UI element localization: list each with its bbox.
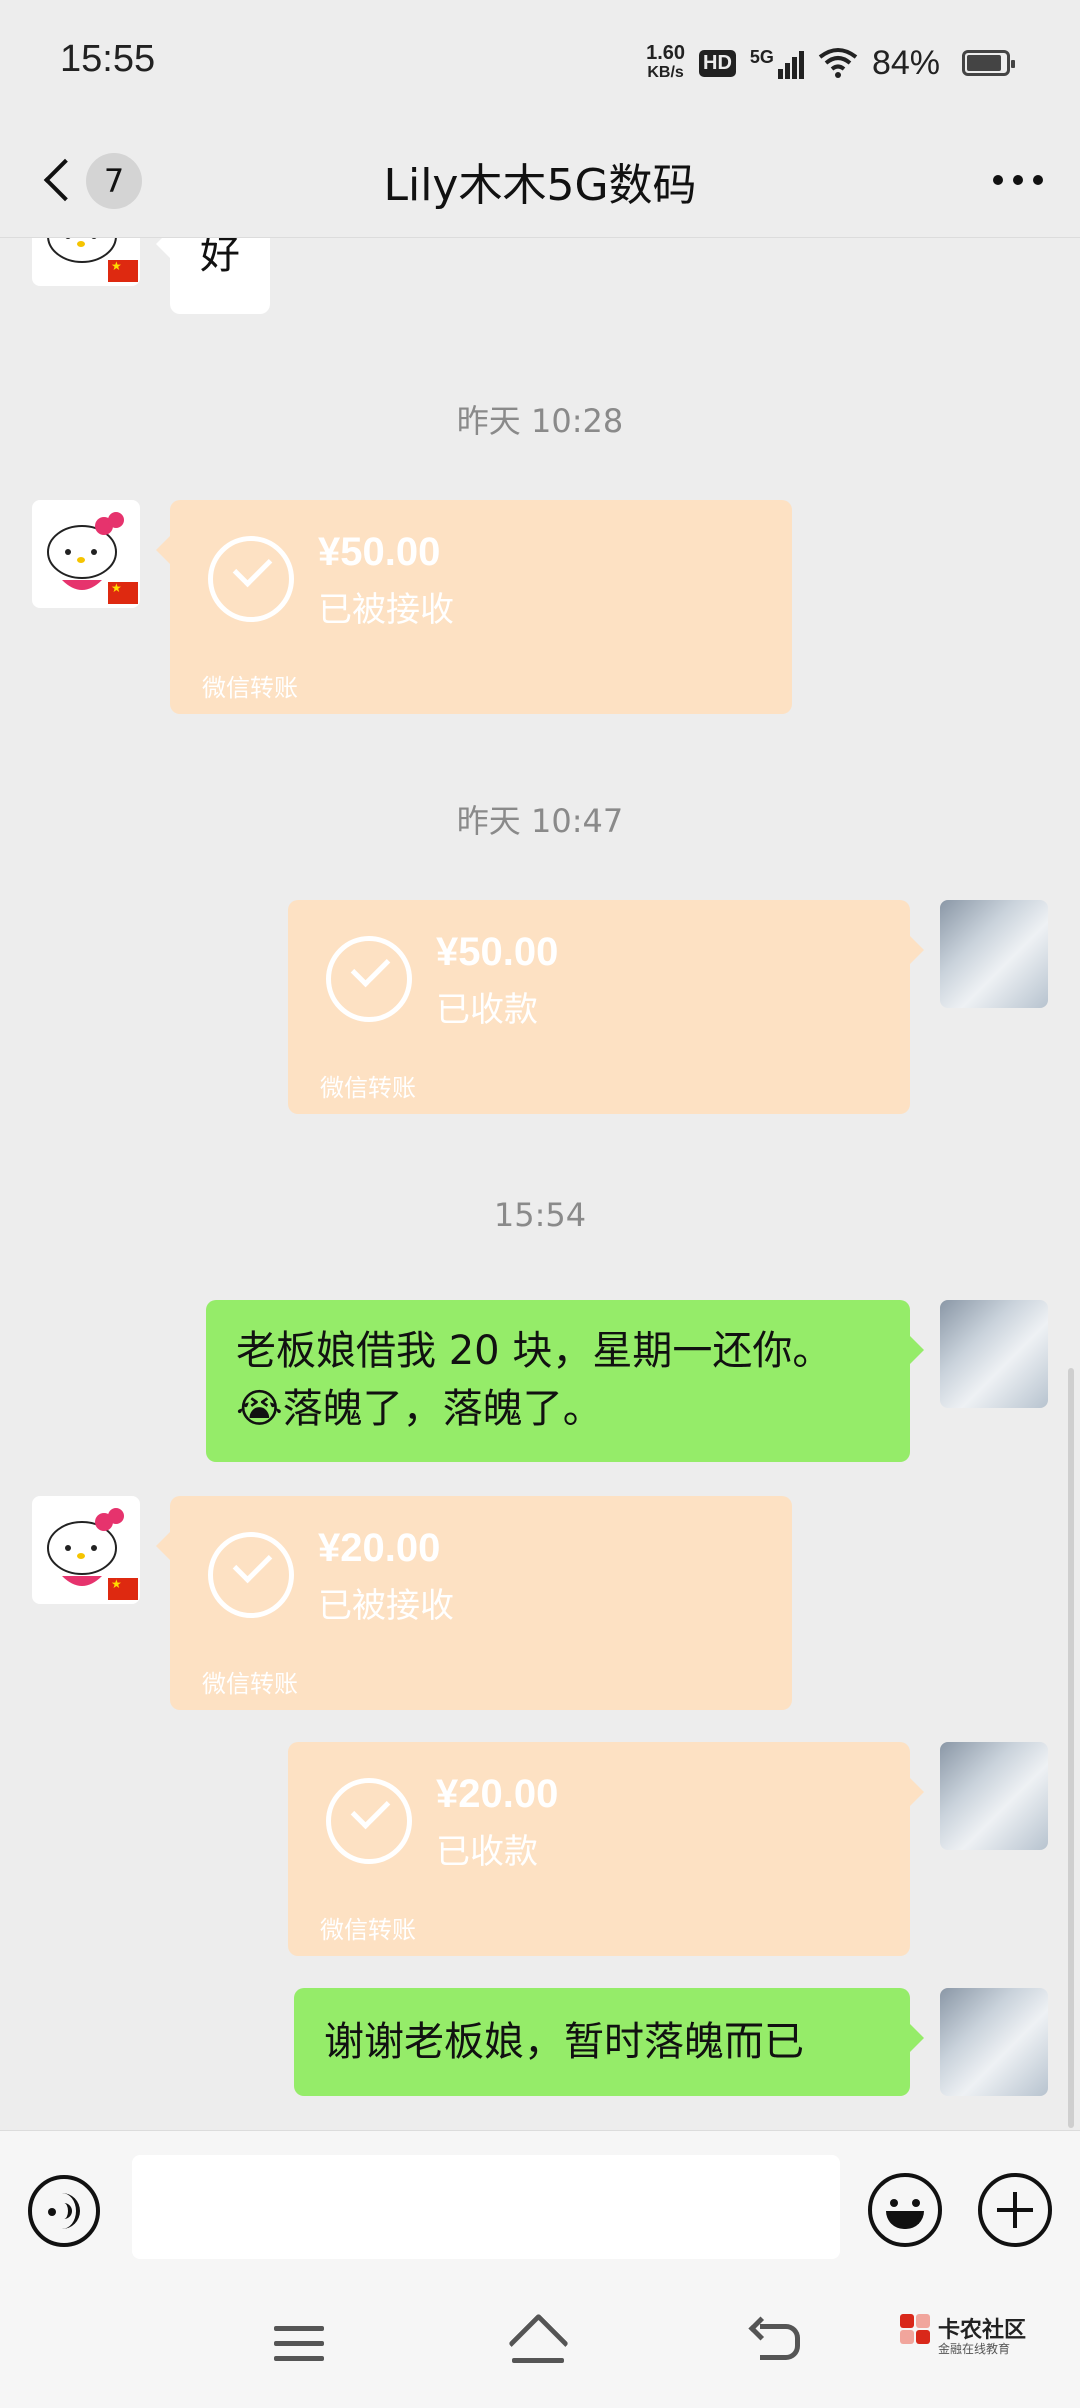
battery-percent: 84% <box>871 43 940 82</box>
transfer-amount: ¥20.00 <box>436 1772 559 1816</box>
menu-icon[interactable] <box>274 2326 324 2364</box>
my-avatar[interactable] <box>940 1300 1048 1408</box>
timestamp: 昨天 10:47 <box>456 802 624 840</box>
home-icon[interactable] <box>508 2318 568 2368</box>
wifi-icon <box>818 48 858 78</box>
transfer-amount: ¥50.00 <box>318 530 441 574</box>
status-icons: 1.60 KB/s HD 5G 84% <box>646 40 940 86</box>
message-bubble[interactable]: 好 <box>156 238 270 314</box>
status-bar: 15:55 1.60 KB/s HD 5G 84% <box>0 0 1080 125</box>
contact-avatar[interactable] <box>32 500 140 608</box>
transfer-status: 已收款 <box>436 1832 538 1872</box>
check-circle-icon <box>326 1778 412 1864</box>
transfer-brand: 微信转账 <box>202 674 298 702</box>
contact-avatar[interactable] <box>32 238 140 286</box>
watermark-subtitle: 金融在线教育 <box>938 2342 1011 2356</box>
emoji-icon[interactable] <box>868 2173 942 2247</box>
check-circle-icon <box>208 536 294 622</box>
transfer-amount: ¥50.00 <box>436 930 559 974</box>
transfer-card[interactable]: ¥50.00 已被接收 微信转账 <box>156 500 792 714</box>
voice-icon[interactable] <box>28 2175 100 2247</box>
input-bar <box>0 2130 1080 2281</box>
check-circle-icon <box>326 936 412 1022</box>
more-icon[interactable] <box>988 165 1048 195</box>
flag-icon <box>108 1577 138 1600</box>
transfer-amount: ¥20.00 <box>318 1526 441 1570</box>
my-avatar[interactable] <box>940 1988 1048 2096</box>
transfer-brand: 微信转账 <box>320 1074 416 1102</box>
transfer-status: 已收款 <box>436 990 538 1030</box>
my-avatar[interactable] <box>940 900 1048 1008</box>
chat-scrollbar[interactable] <box>1068 1368 1074 2128</box>
transfer-brand: 微信转账 <box>320 1916 416 1944</box>
transfer-brand: 微信转账 <box>202 1670 298 1698</box>
flag-icon <box>108 259 138 282</box>
transfer-card[interactable]: ¥20.00 已收款 微信转账 <box>288 1742 924 1956</box>
chat-area[interactable]: 好 昨天 10:28 ¥50.00 已被接收 微信转账 昨天 10:47 ¥50… <box>0 238 1080 2130</box>
transfer-card[interactable]: ¥20.00 已被接收 微信转账 <box>156 1496 792 1710</box>
message-input[interactable] <box>132 2155 840 2259</box>
signal-5g-icon: 5G <box>750 47 804 79</box>
back-icon[interactable] <box>748 2316 804 2366</box>
message-bubble[interactable]: 老板娘借我 20 块，星期一还你。 😭落魄了，落魄了。 <box>206 1300 924 1462</box>
chat-title: Lily木木5G数码 <box>383 160 697 211</box>
system-nav-bar: 卡农社区 金融在线教育 <box>0 2280 1080 2408</box>
hd-icon: HD <box>699 49 736 77</box>
contact-avatar[interactable] <box>32 1496 140 1604</box>
flag-icon <box>108 581 138 604</box>
net-speed: 1.60 KB/s <box>646 42 686 81</box>
message-bubble[interactable]: 谢谢老板娘，暂时落魄而已 <box>294 1988 924 2096</box>
timestamp: 15:54 <box>493 1196 587 1234</box>
plus-icon[interactable] <box>978 2173 1052 2247</box>
transfer-status: 已被接收 <box>318 1586 454 1626</box>
transfer-card[interactable]: ¥50.00 已收款 微信转账 <box>288 900 924 1114</box>
watermark-logo-icon <box>900 2314 932 2348</box>
battery-icon <box>962 50 1015 76</box>
status-time: 15:55 <box>60 38 156 80</box>
my-avatar[interactable] <box>940 1742 1048 1850</box>
timestamp: 昨天 10:28 <box>456 402 624 440</box>
transfer-status: 已被接收 <box>318 590 454 630</box>
chat-header: 7 Lily木木5G数码 <box>0 125 1080 238</box>
watermark: 卡农社区 金融在线教育 <box>900 2310 1060 2370</box>
check-circle-icon <box>208 1532 294 1618</box>
